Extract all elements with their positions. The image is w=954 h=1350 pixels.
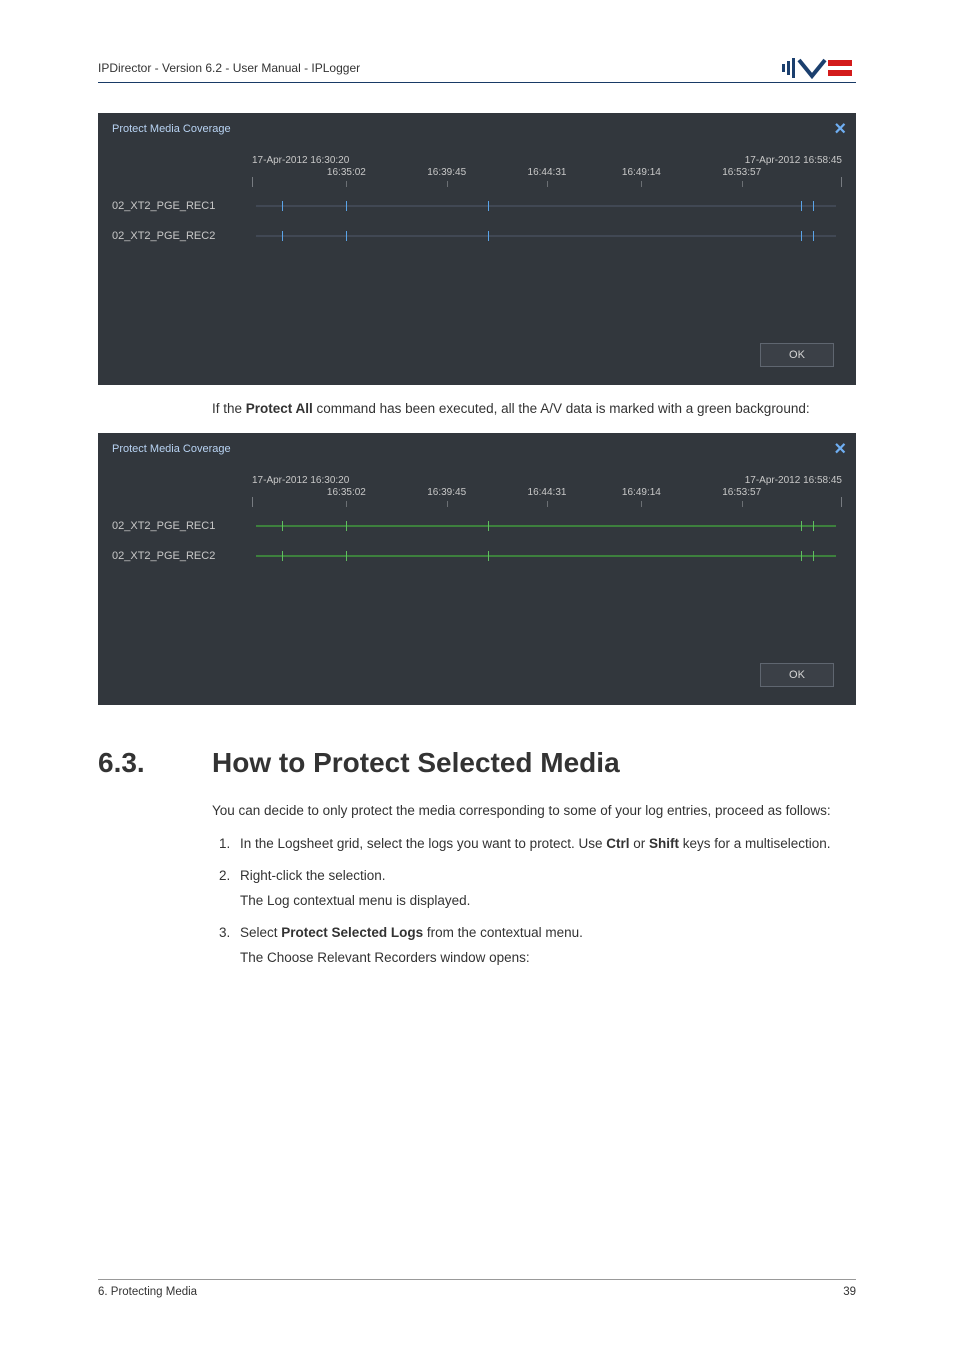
- time-start: 17-Apr-2012 16:30:20: [252, 155, 349, 167]
- time-tick: 16:49:14: [622, 487, 661, 499]
- step-subtext: The Log contextual menu is displayed.: [240, 891, 856, 911]
- step-subtext: The Choose Relevant Recorders window ope…: [240, 948, 856, 968]
- ok-button[interactable]: OK: [760, 663, 834, 687]
- track-bar[interactable]: [256, 205, 836, 207]
- step-text: In the Logsheet grid, select the logs yo…: [240, 836, 831, 851]
- time-ruler: 17-Apr-2012 16:30:20 16:35:02 16:39:45 1…: [252, 475, 842, 511]
- track-label: 02_XT2_PGE_REC1: [112, 520, 252, 532]
- time-tick: 16:49:14: [622, 167, 661, 179]
- header-text: IPDirector - Version 6.2 - User Manual -…: [98, 61, 360, 75]
- time-end: 17-Apr-2012 16:58:45: [745, 475, 842, 487]
- panel-title: Protect Media Coverage: [112, 443, 231, 455]
- time-tick: 16:39:45: [427, 167, 466, 179]
- time-tick: 16:44:31: [528, 167, 567, 179]
- time-tick: 16:35:02: [327, 487, 366, 499]
- time-tick: 16:53:57: [722, 167, 761, 179]
- page-header: IPDirector - Version 6.2 - User Manual -…: [98, 58, 856, 83]
- track-row: 02_XT2_PGE_REC2: [112, 541, 842, 571]
- time-tick: 16:53:57: [722, 487, 761, 499]
- time-tick: 16:44:31: [528, 487, 567, 499]
- time-ruler: 17-Apr-2012 16:30:20 16:35:02 16:39:45 1…: [252, 155, 842, 191]
- list-item: Select Protect Selected Logs from the co…: [234, 923, 856, 968]
- time-tick: 16:35:02: [327, 167, 366, 179]
- track-bar[interactable]: [256, 235, 836, 237]
- track-bar[interactable]: [256, 525, 836, 527]
- step-text: Right-click the selection.: [240, 868, 386, 883]
- ok-button[interactable]: OK: [760, 343, 834, 367]
- time-end: 17-Apr-2012 16:58:45: [745, 155, 842, 167]
- track-row: 02_XT2_PGE_REC2: [112, 221, 842, 251]
- page-footer: 6. Protecting Media 39: [98, 1279, 856, 1298]
- close-icon[interactable]: ×: [834, 439, 846, 459]
- time-tick: 16:39:45: [427, 487, 466, 499]
- between-text: If the Protect All command has been exec…: [212, 399, 856, 419]
- track-label: 02_XT2_PGE_REC1: [112, 200, 252, 212]
- section-intro: You can decide to only protect the media…: [212, 801, 856, 821]
- footer-left: 6. Protecting Media: [98, 1286, 197, 1298]
- section-number: 6.3.: [98, 747, 172, 779]
- track-row: 02_XT2_PGE_REC1: [112, 511, 842, 541]
- protect-media-panel-unprotected: Protect Media Coverage × 17-Apr-2012 16:…: [98, 113, 856, 385]
- time-start: 17-Apr-2012 16:30:20: [252, 475, 349, 487]
- track-label: 02_XT2_PGE_REC2: [112, 230, 252, 242]
- close-icon[interactable]: ×: [834, 119, 846, 139]
- section-title: How to Protect Selected Media: [212, 747, 620, 779]
- track-row: 02_XT2_PGE_REC1: [112, 191, 842, 221]
- list-item: In the Logsheet grid, select the logs yo…: [234, 834, 856, 854]
- list-item: Right-click the selection. The Log conte…: [234, 866, 856, 911]
- track-bar[interactable]: [256, 555, 836, 557]
- protect-media-panel-protected: Protect Media Coverage × 17-Apr-2012 16:…: [98, 433, 856, 705]
- section-heading: 6.3. How to Protect Selected Media: [98, 747, 856, 779]
- track-label: 02_XT2_PGE_REC2: [112, 550, 252, 562]
- footer-right: 39: [843, 1286, 856, 1298]
- panel-title: Protect Media Coverage: [112, 123, 231, 135]
- steps-list: In the Logsheet grid, select the logs yo…: [212, 834, 856, 968]
- step-text: Select Protect Selected Logs from the co…: [240, 925, 583, 940]
- evs-logo: [782, 58, 856, 78]
